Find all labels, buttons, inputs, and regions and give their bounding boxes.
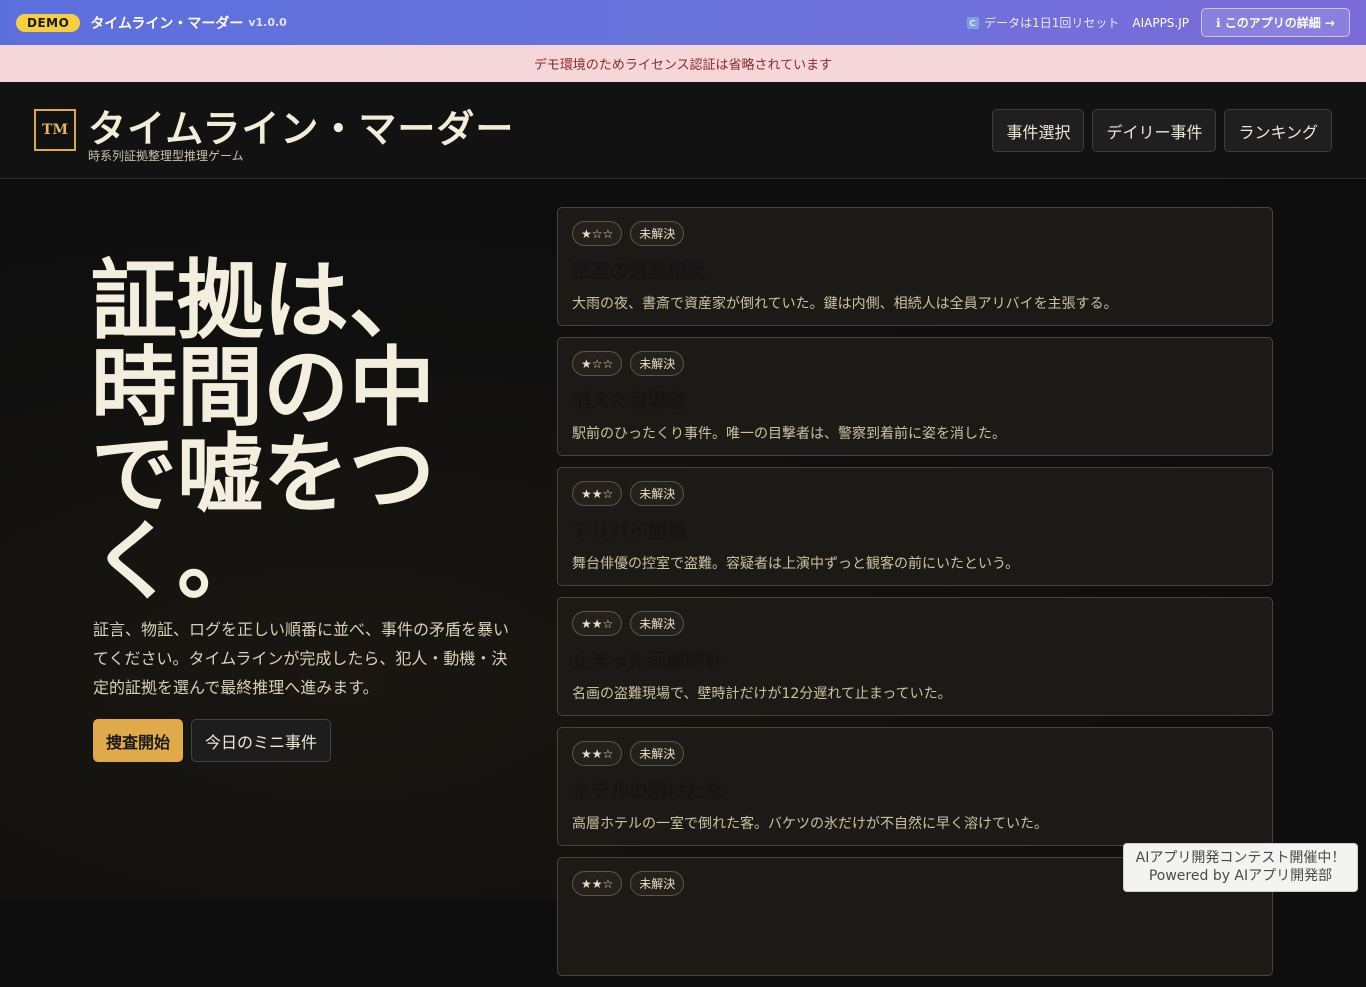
hero-title: 証拠は、時間の中で嘘をつく。 xyxy=(91,250,435,612)
nav-daily-case-button[interactable]: デイリー事件 xyxy=(1092,109,1217,152)
case-title: 止まった画廊時計 xyxy=(572,650,724,672)
case-description: 舞台俳優の控室で盗難。容疑者は上演中ずっと観客の前にいたという。 xyxy=(572,556,1020,572)
case-tags: ★☆☆ 未解決 xyxy=(572,221,1258,246)
difficulty-badge: ★★☆ xyxy=(572,481,623,506)
status-badge: 未解決 xyxy=(630,871,685,896)
app-version: v1.0.0 xyxy=(248,16,287,29)
refresh-icon xyxy=(967,16,980,29)
case-tags: ★★☆ 未解決 xyxy=(572,481,1258,506)
demo-bar: DEMO タイムライン・マーダー v1.0.0 データは1日1回リセット AIA… xyxy=(0,0,1366,45)
case-description: 大雨の夜、書斎で資産家が倒れていた。鍵は内側、相続人は全員アリバイを主張する。 xyxy=(572,296,1118,312)
difficulty-badge: ★★☆ xyxy=(572,871,623,896)
case-title: 密室の遺産相続 xyxy=(572,260,706,282)
difficulty-badge: ★☆☆ xyxy=(572,221,623,246)
case-title: アリバイ崩壊 xyxy=(572,520,687,542)
case-tags: ★★☆ 未解決 xyxy=(572,741,1258,766)
hero-description: 証言、物証、ログを正しい順番に並べ、事件の矛盾を暴いてください。タイムラインが完… xyxy=(93,620,510,697)
case-card[interactable]: ★★☆ 未解決 アリバイ崩壊 舞台俳優の控室で盗難。容疑者は上演中ずっと観客の前… xyxy=(557,467,1273,586)
demo-badge: DEMO xyxy=(16,13,81,32)
difficulty-badge: ★☆☆ xyxy=(572,351,623,376)
main-content: 証拠は、時間の中で嘘をつく。 証言、物証、ログを正しい順番に並べ、事件の矛盾を暴… xyxy=(0,179,1366,976)
daily-mini-case-button[interactable]: 今日のミニ事件 xyxy=(191,719,332,762)
hero-actions: 捜査開始 今日のミニ事件 xyxy=(93,719,332,762)
case-tags: ★★☆ 未解決 xyxy=(572,611,1258,636)
case-description: 名画の盗難現場で、壁時計だけが12分遅れて止まっていた。 xyxy=(572,686,952,702)
nav-ranking-button[interactable]: ランキング xyxy=(1224,109,1332,152)
site-header: TM タイムライン・マーダー 時系列証拠整理型推理ゲーム 事件選択 デイリー事件… xyxy=(0,82,1366,179)
main-nav: 事件選択 デイリー事件 ランキング xyxy=(992,109,1332,152)
nav-case-select-button[interactable]: 事件選択 xyxy=(992,109,1085,152)
case-card[interactable]: ★★☆ 未解決 止まった画廊時計 名画の盗難現場で、壁時計だけが12分遅れて止ま… xyxy=(557,597,1273,716)
case-card[interactable]: ★☆☆ 未解決 消えた目撃者 駅前のひったくり事件。唯一の目撃者は、警察到着前に… xyxy=(557,337,1273,456)
brand-title: タイムライン・マーダー xyxy=(88,107,515,151)
reset-note-text: データは1日1回リセット xyxy=(984,16,1120,30)
case-title: 消えた目撃者 xyxy=(572,390,687,412)
brand-subtitle: 時系列証拠整理型推理ゲーム xyxy=(88,149,244,163)
reset-note: データは1日1回リセット xyxy=(967,14,1119,31)
case-card[interactable]: ★☆☆ 未解決 密室の遺産相続 大雨の夜、書斎で資産家が倒れていた。鍵は内側、相… xyxy=(557,207,1273,326)
powered-by-line: Powered by AIアプリ開発部 xyxy=(1148,868,1333,884)
logo[interactable]: TM xyxy=(34,109,76,151)
app-details-button[interactable]: ℹ︎ このアプリの詳細 → xyxy=(1201,8,1350,37)
case-tags: ★☆☆ 未解決 xyxy=(572,351,1258,376)
status-badge: 未解決 xyxy=(630,611,685,636)
case-description: 高層ホテルの一室で倒れた客。バケツの氷だけが不自然に早く溶けていた。 xyxy=(572,816,1048,832)
case-description: 駅前のひったくり事件。唯一の目撃者は、警察到着前に姿を消した。 xyxy=(572,426,1006,442)
start-investigation-button[interactable]: 捜査開始 xyxy=(93,719,184,762)
demo-bar-right: データは1日1回リセット AIAPPS.JP ℹ︎ このアプリの詳細 → xyxy=(967,8,1350,37)
status-badge: 未解決 xyxy=(630,221,685,246)
contest-badge[interactable]: AIアプリ開発コンテスト開催中！ Powered by AIアプリ開発部 xyxy=(1123,843,1358,892)
site-link[interactable]: AIAPPS.JP xyxy=(1132,16,1189,30)
difficulty-badge: ★★☆ xyxy=(572,741,623,766)
difficulty-badge: ★★☆ xyxy=(572,611,623,636)
status-badge: 未解決 xyxy=(630,481,685,506)
app-title: タイムライン・マーダー xyxy=(90,15,244,32)
case-card[interactable]: ★★☆ 未解決 ホテルの溶けた氷 高層ホテルの一室で倒れた客。バケツの氷だけが不… xyxy=(557,727,1273,846)
license-notice: デモ環境のためライセンス認証は省略されています xyxy=(0,45,1366,82)
status-badge: 未解決 xyxy=(630,741,685,766)
contest-line: AIアプリ開発コンテスト開催中！ xyxy=(1135,850,1346,866)
case-title: ホテルの溶けた氷 xyxy=(572,780,725,802)
status-badge: 未解決 xyxy=(630,351,685,376)
